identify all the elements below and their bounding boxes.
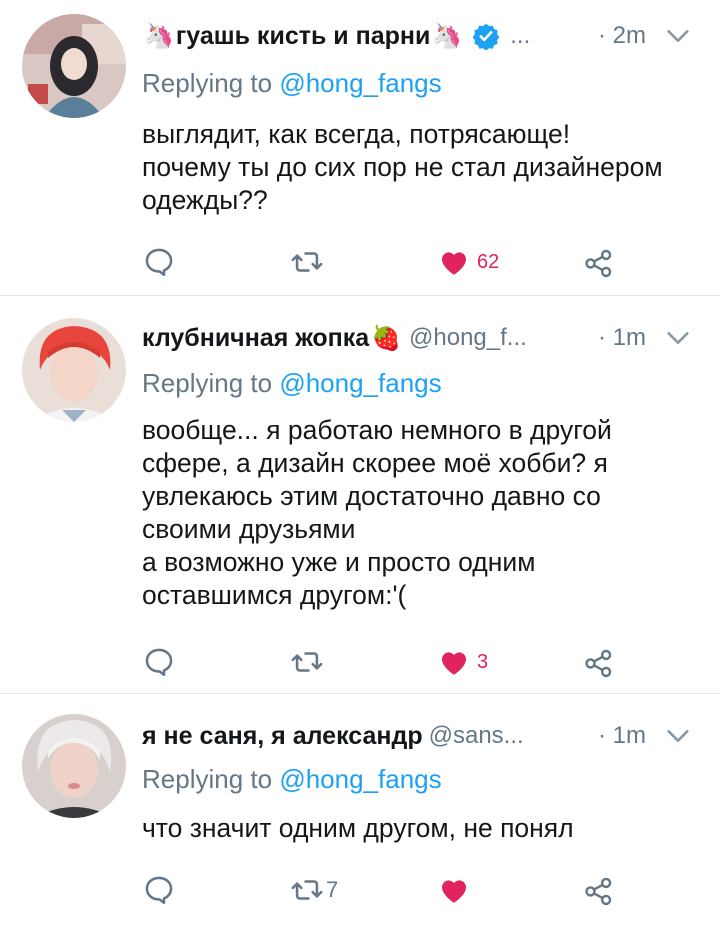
like-count: 3 <box>477 650 489 673</box>
replying-prefix: Replying to <box>142 68 273 98</box>
replying-to: Replying to @hong_fangs <box>142 68 442 99</box>
share-icon <box>585 877 612 906</box>
chevron-down-icon[interactable] <box>664 22 692 50</box>
like-button[interactable]: 3 <box>437 642 488 682</box>
share-button[interactable] <box>582 242 616 282</box>
mention-link[interactable]: @hong_fangs <box>279 68 441 98</box>
reply-icon <box>145 648 173 677</box>
share-icon <box>585 649 612 678</box>
timestamp[interactable]: · 1m <box>598 324 646 352</box>
like-icon <box>441 652 467 675</box>
mention-link[interactable]: @hong_fangs <box>279 368 441 398</box>
timestamp[interactable]: · 1m <box>598 722 646 750</box>
display-name[interactable]: я не саня, я александр <box>142 722 423 751</box>
chevron-down-icon[interactable] <box>664 722 692 750</box>
reply-button[interactable] <box>142 870 176 910</box>
like-button[interactable] <box>437 870 477 910</box>
tweet-actions: 7 <box>0 870 720 910</box>
handle[interactable]: @sans... <box>429 722 524 750</box>
share-button[interactable] <box>582 870 616 910</box>
retweet-button[interactable]: 7 <box>290 870 338 910</box>
retweet-icon <box>291 880 323 900</box>
avatar[interactable] <box>22 714 126 818</box>
mention-link[interactable]: @hong_fangs <box>279 764 441 794</box>
tweet-actions: 62 <box>0 242 720 282</box>
chevron-down-icon[interactable] <box>664 324 692 352</box>
tweet-2[interactable]: клубничная жопка 🍓 @hong_f... · 1m Reply… <box>0 296 720 694</box>
replying-to: Replying to @hong_fangs <box>142 368 442 399</box>
tweet-1[interactable]: 🦄 гуашь кисть и парни 🦄 ... · 2m Replyin… <box>0 0 720 296</box>
reply-icon <box>145 876 173 905</box>
replying-prefix: Replying to <box>142 764 273 794</box>
retweet-icon <box>291 252 323 272</box>
like-icon <box>441 252 467 275</box>
reply-button[interactable] <box>142 242 176 282</box>
display-name[interactable]: клубничная жопка <box>142 324 369 353</box>
avatar[interactable] <box>22 318 126 422</box>
reply-icon <box>145 248 173 277</box>
unicorn-emoji-icon: 🦄 <box>144 22 174 50</box>
reply-button[interactable] <box>142 642 176 682</box>
strawberry-emoji-icon: 🍓 <box>371 324 402 352</box>
replying-to: Replying to @hong_fangs <box>142 764 442 795</box>
tweet-actions: 3 <box>0 642 720 682</box>
retweet-icon <box>291 652 323 672</box>
share-button[interactable] <box>582 642 616 682</box>
timestamp[interactable]: · 2m <box>598 22 646 50</box>
replying-prefix: Replying to <box>142 368 273 398</box>
like-icon <box>441 880 467 903</box>
tweet-text: вообще... я работаю немного в другой сфе… <box>142 415 612 610</box>
retweet-count: 7 <box>326 877 339 902</box>
display-name[interactable]: гуашь кисть и парни <box>176 22 430 51</box>
tweet-text: выглядит, как всегда, потрясающе! почему… <box>142 119 663 215</box>
share-icon <box>585 249 612 278</box>
retweet-button[interactable] <box>290 242 326 282</box>
retweet-button[interactable] <box>290 642 326 682</box>
like-button[interactable]: 62 <box>437 242 499 282</box>
unicorn-emoji-icon: 🦄 <box>432 22 463 50</box>
tweet-3[interactable]: я не саня, я александр @sans... · 1m Rep… <box>0 694 720 928</box>
tweet-text: что значит одним другом, не понял <box>142 813 574 843</box>
verified-badge-icon <box>472 23 500 50</box>
handle[interactable]: @hong_f... <box>409 324 527 352</box>
avatar[interactable] <box>22 14 126 118</box>
like-count: 62 <box>477 250 500 273</box>
handle-truncated: ... <box>510 22 531 49</box>
